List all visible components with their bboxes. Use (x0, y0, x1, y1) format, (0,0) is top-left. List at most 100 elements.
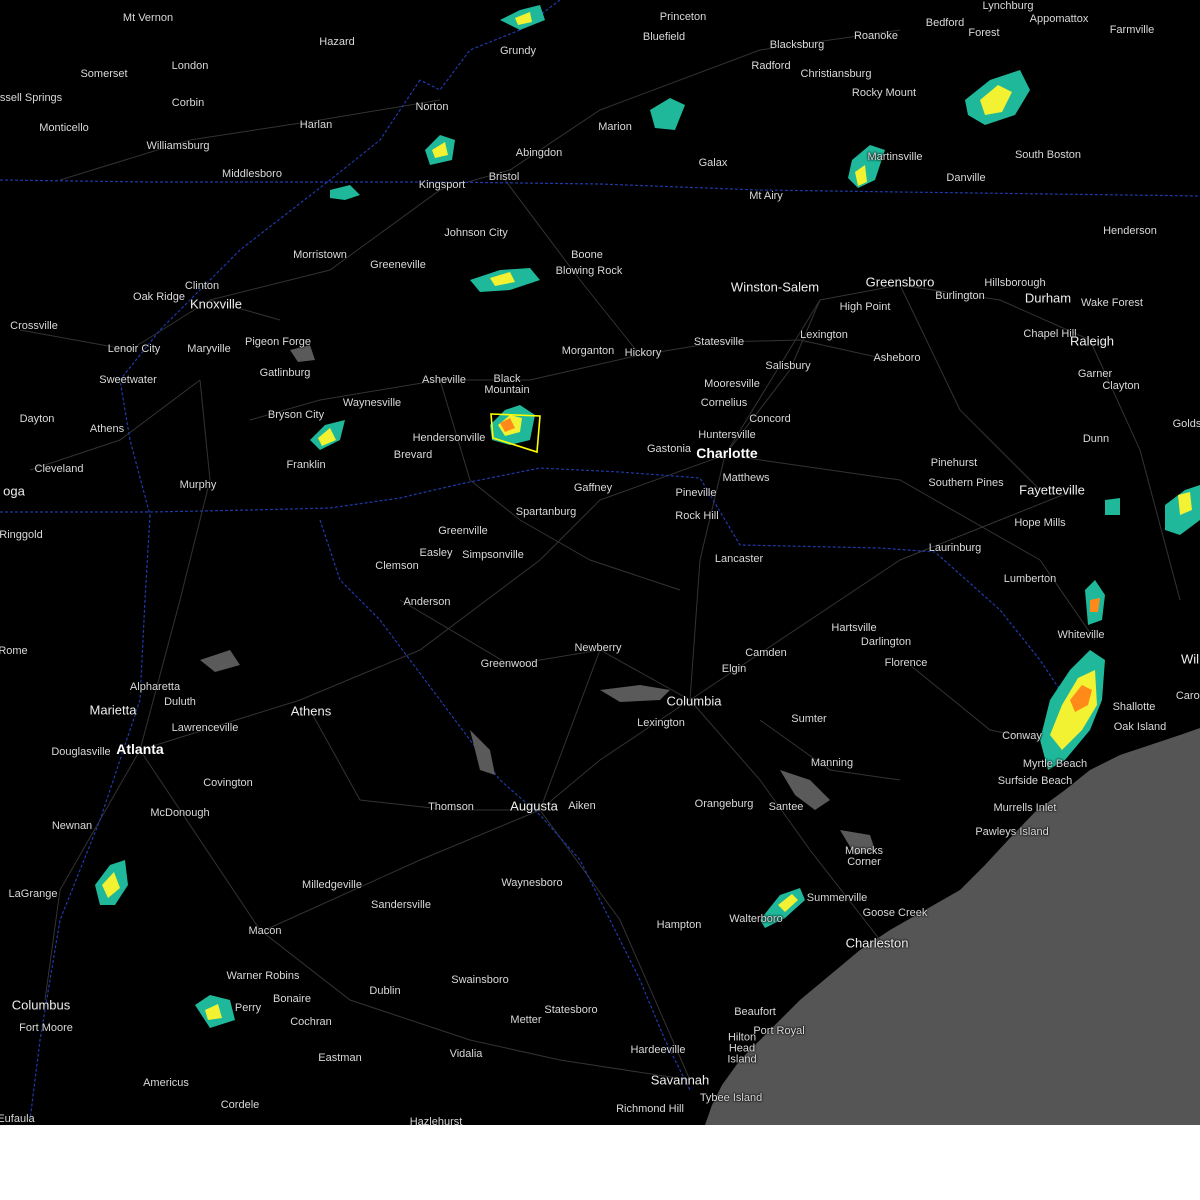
city-label-richmond-hill: Richmond Hill (616, 1103, 684, 1115)
city-label-corbin: Corbin (171, 97, 205, 109)
city-label-athens-tn: Athens (89, 423, 125, 435)
city-label-burlington: Burlington (935, 290, 985, 302)
city-label-rocky-mount: Rocky Mount (851, 87, 917, 99)
city-label-morristown: Morristown (293, 249, 347, 261)
city-label-waynesville: Waynesville (342, 397, 402, 409)
city-label-columbus: Columbus (11, 997, 71, 1013)
city-label-oak-island: Oak Island (1113, 721, 1167, 733)
city-label-newnan: Newnan (51, 820, 93, 832)
city-label-orangeburg: Orangeburg (694, 798, 754, 810)
city-label-mooresville: Mooresville (704, 378, 760, 390)
city-label-greenville: Greenville (438, 525, 488, 537)
city-label-princeton: Princeton (659, 11, 707, 23)
city-label-carolina-beach: Carol (1175, 690, 1200, 702)
city-label-clemson: Clemson (375, 560, 419, 572)
radar-map[interactable]: Mt Vernon Hazard Grundy Princeton Bluefi… (0, 0, 1200, 1125)
city-label-sweetwater: Sweetwater (99, 374, 157, 386)
city-label-lexington-nc: Lexington (800, 329, 848, 341)
city-label-black-mountain: Black Mountain (484, 373, 530, 396)
city-label-metter: Metter (510, 1014, 542, 1026)
map-base-layer (0, 0, 1200, 1125)
city-label-clayton: Clayton (1102, 380, 1140, 392)
city-label-bedford: Bedford (925, 17, 965, 29)
city-label-durham: Durham (1024, 290, 1072, 306)
city-label-blowing-rock: Blowing Rock (555, 265, 623, 277)
city-label-milledgeville: Milledgeville (302, 879, 362, 891)
city-label-garner: Garner (1077, 368, 1113, 380)
city-label-anderson: Anderson (403, 596, 451, 608)
city-label-savannah: Savannah (650, 1072, 710, 1088)
city-label-spartanburg: Spartanburg (515, 506, 577, 518)
city-label-lumberton: Lumberton (1003, 573, 1057, 585)
city-label-franklin: Franklin (286, 459, 326, 471)
city-label-surfside-beach: Surfside Beach (997, 775, 1073, 787)
city-label-swainsboro: Swainsboro (451, 974, 509, 986)
city-label-raleigh: Raleigh (1069, 333, 1115, 349)
city-label-dayton: Dayton (19, 413, 55, 425)
city-label-alpharetta: Alpharetta (129, 681, 181, 693)
city-label-hartsville: Hartsville (831, 622, 877, 634)
city-label-thomson: Thomson (428, 801, 474, 813)
city-label-lynchburg: Lynchburg (982, 0, 1034, 12)
city-label-statesboro: Statesboro (544, 1004, 598, 1016)
city-label-pigeon-forge: Pigeon Forge (244, 336, 312, 348)
city-label-kingsport: Kingsport (418, 179, 466, 191)
city-label-mt-airy: Mt Airy (749, 190, 783, 202)
city-label-hazlehurst: Hazlehurst (409, 1116, 463, 1125)
city-label-augusta: Augusta (510, 798, 558, 814)
city-label-sandersville: Sandersville (371, 899, 431, 911)
city-label-hillsborough: Hillsborough (984, 277, 1046, 289)
city-label-somerset: Somerset (80, 68, 128, 80)
city-label-beaufort: Beaufort (734, 1006, 776, 1018)
city-label-harlan: Harlan (299, 119, 333, 131)
city-label-middlesboro: Middlesboro (222, 168, 282, 180)
city-label-perry: Perry (234, 1002, 262, 1014)
city-label-macon: Macon (248, 925, 282, 937)
city-label-martinsville: Martinsville (867, 151, 923, 163)
city-label-russell-springs: ssell Springs (0, 92, 63, 104)
city-label-hardeeville: Hardeeville (630, 1044, 686, 1056)
city-label-grundy: Grundy (499, 45, 537, 57)
city-label-athens-ga: Athens (290, 703, 332, 719)
city-label-galax: Galax (698, 157, 728, 169)
city-label-south-boston: South Boston (1014, 149, 1082, 161)
city-label-appomattox: Appomattox (1029, 13, 1089, 25)
city-label-wilmington: Wil (1180, 651, 1200, 667)
city-label-greensboro: Greensboro (865, 274, 935, 290)
city-label-vidalia: Vidalia (449, 1048, 483, 1060)
city-label-charleston: Charleston (845, 935, 909, 951)
city-label-hope-mills: Hope Mills (1014, 517, 1066, 529)
city-label-duluth: Duluth (164, 696, 196, 708)
city-label-london: London (171, 60, 209, 72)
city-label-johnson-city: Johnson City (444, 227, 508, 239)
city-label-norton: Norton (415, 101, 449, 113)
city-label-eastman: Eastman (318, 1052, 362, 1064)
city-label-southern-pines: Southern Pines (928, 477, 1004, 489)
city-label-manning: Manning (810, 757, 854, 769)
city-label-tybee-island: Tybee Island (699, 1092, 763, 1104)
city-label-bonaire: Bonaire (273, 993, 311, 1005)
city-label-warner-robins: Warner Robins (226, 970, 300, 982)
city-label-sumter: Sumter (791, 713, 827, 725)
city-label-salisbury: Salisbury (765, 360, 811, 372)
city-label-gatlinburg: Gatlinburg (259, 367, 311, 379)
city-label-knoxville: Knoxville (189, 296, 243, 312)
city-label-monticello: Monticello (39, 122, 89, 134)
city-label-newberry: Newberry (574, 642, 622, 654)
city-label-cleveland: Cleveland (34, 463, 84, 475)
city-label-matthews: Matthews (722, 472, 770, 484)
city-label-asheville: Asheville (421, 374, 467, 386)
city-label-dublin: Dublin (369, 985, 401, 997)
city-label-ringgold: Ringgold (0, 529, 43, 541)
city-label-summerville: Summerville (806, 892, 868, 904)
city-label-cordele: Cordele (220, 1099, 260, 1111)
city-label-pineville: Pineville (675, 487, 717, 499)
city-label-aiken: Aiken (568, 800, 596, 812)
city-label-lagrange: LaGrange (8, 888, 58, 900)
city-label-christiansburg: Christiansburg (800, 68, 872, 80)
city-label-marion: Marion (598, 121, 632, 133)
city-label-goose-creek: Goose Creek (862, 907, 928, 919)
city-label-simpsonville: Simpsonville (462, 549, 524, 561)
city-label-maryville: Maryville (187, 343, 231, 355)
city-label-farmville: Farmville (1109, 24, 1155, 36)
